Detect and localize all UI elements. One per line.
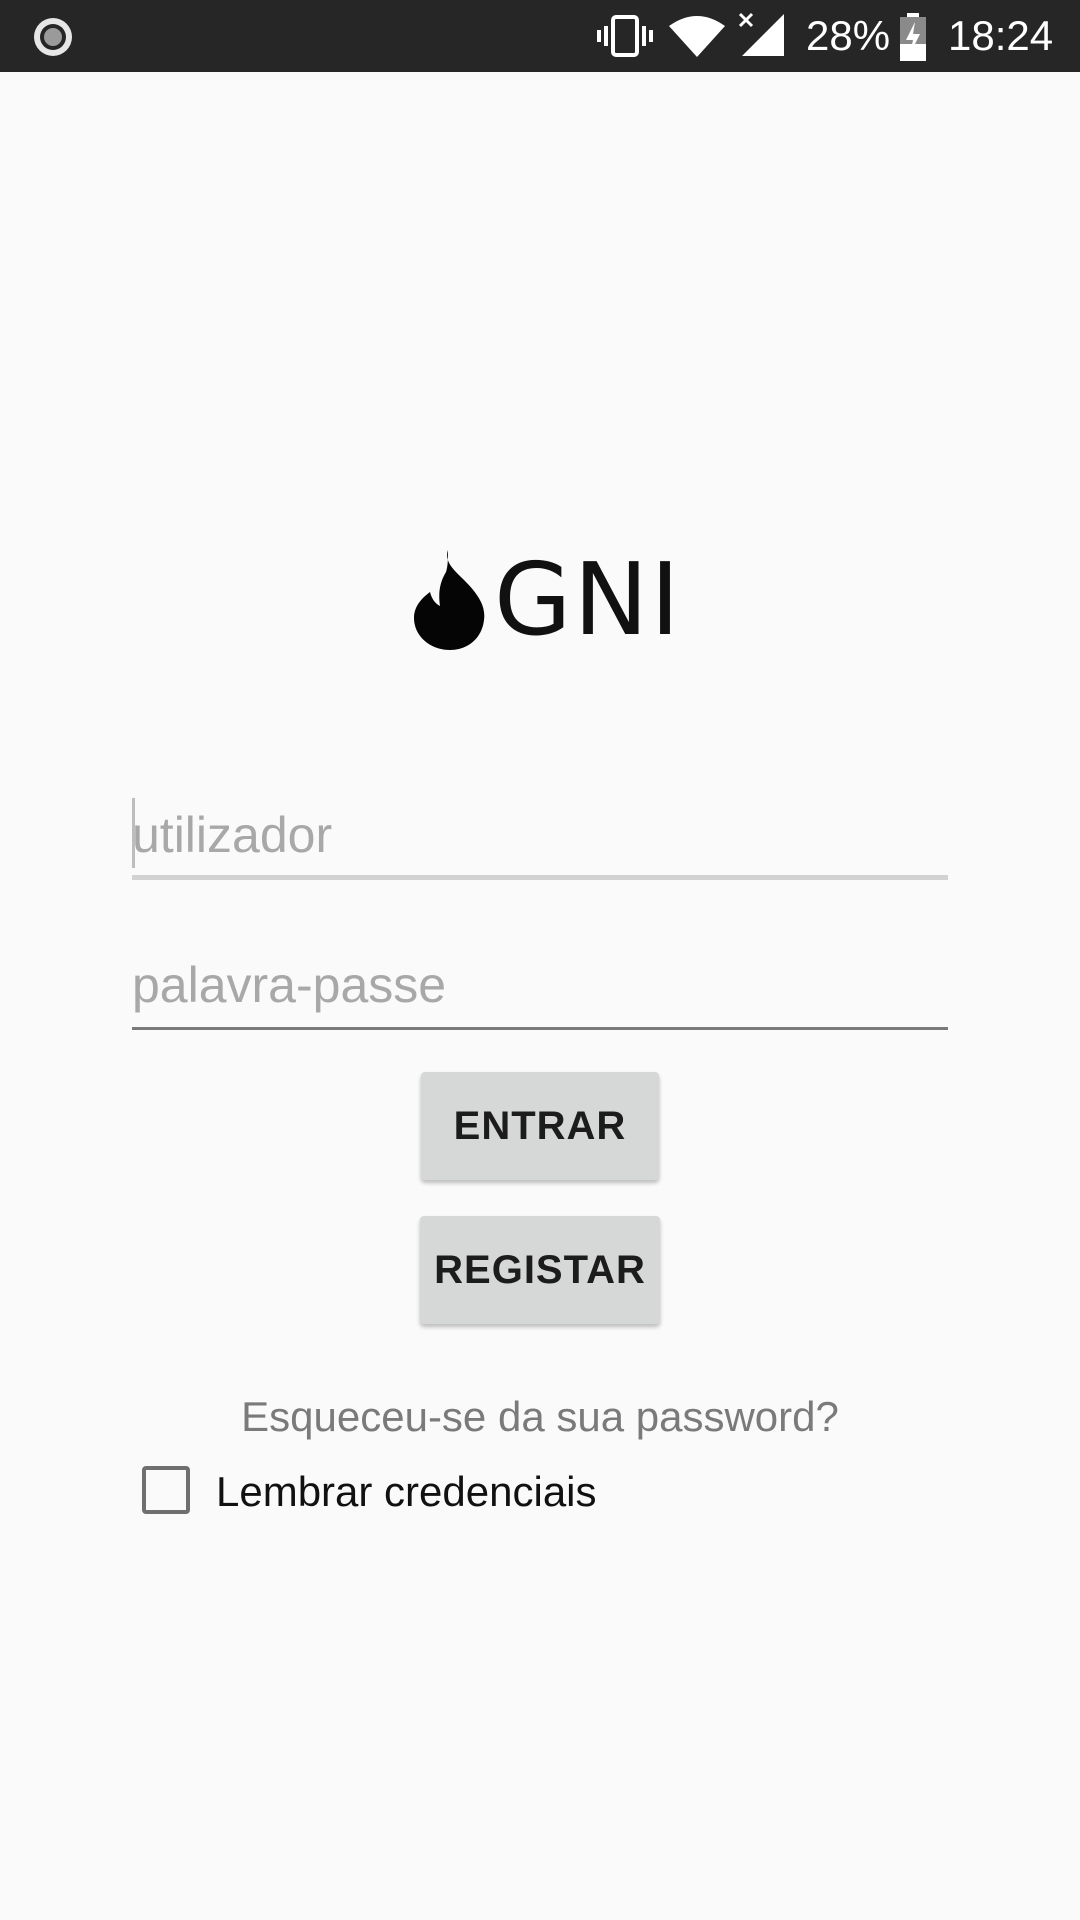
password-input[interactable] <box>132 950 948 1020</box>
username-input[interactable] <box>132 800 948 870</box>
register-button[interactable]: REGISTAR <box>420 1216 660 1324</box>
password-underline <box>132 1027 948 1030</box>
screen-record-icon <box>34 18 72 56</box>
app-logo: GNI <box>410 540 680 660</box>
battery-percentage: 28% <box>806 12 891 59</box>
wifi-icon <box>669 16 725 57</box>
text-cursor <box>132 798 135 868</box>
username-field <box>132 798 948 880</box>
forgot-password-link[interactable]: Esqueceu-se da sua password? <box>0 1390 1080 1444</box>
login-button[interactable]: ENTRAR <box>421 1072 659 1180</box>
password-field <box>132 950 948 1030</box>
username-underline <box>132 875 948 880</box>
clock: 18:24 <box>948 12 1054 59</box>
signal-icon <box>738 12 784 56</box>
remember-checkbox[interactable] <box>142 1466 190 1514</box>
vibrate-icon <box>597 15 653 57</box>
remember-label: Lembrar credenciais <box>216 1468 597 1515</box>
battery-charging-icon <box>900 13 926 61</box>
flame-icon <box>414 550 485 650</box>
logo-text: GNI <box>494 541 682 658</box>
status-bar: 28% 18:24 <box>0 0 1080 72</box>
